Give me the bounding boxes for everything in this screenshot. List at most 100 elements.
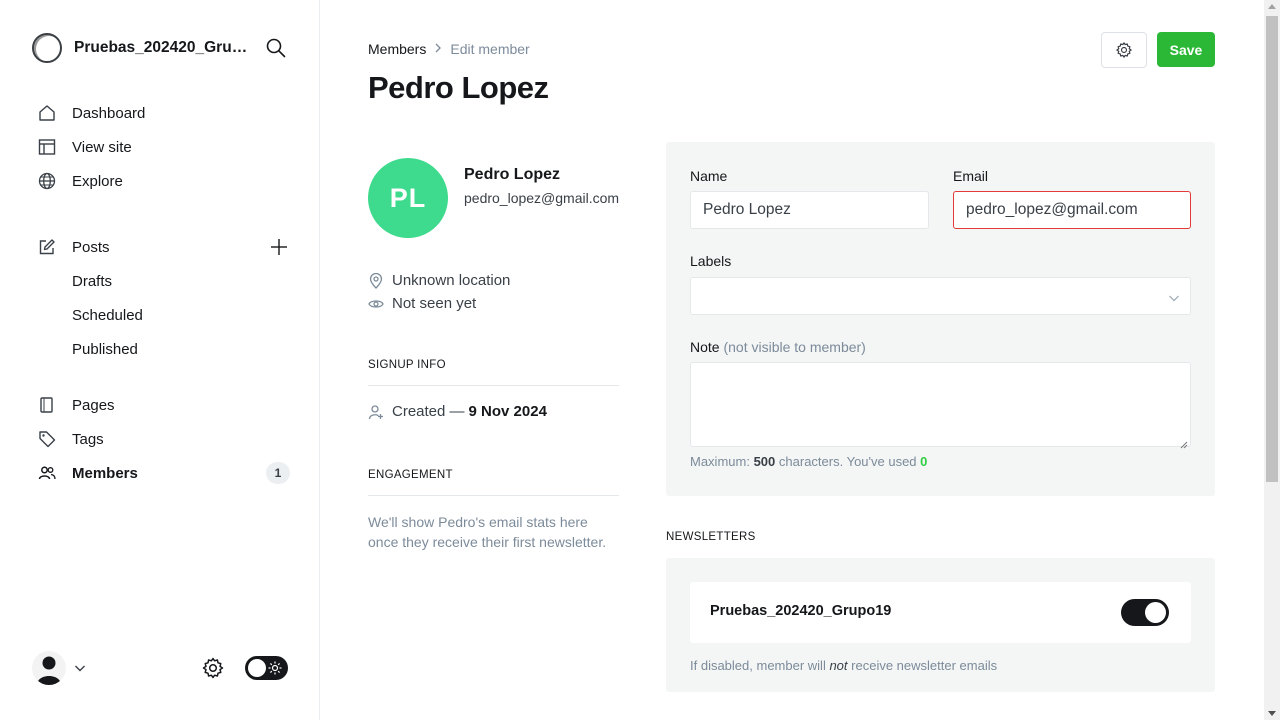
chevron-down-icon: [1168, 291, 1180, 303]
sidebar-item-view-site[interactable]: View site: [32, 130, 290, 164]
hint-max: 500: [753, 454, 776, 469]
newsletter-subscription-toggle[interactable]: [1121, 599, 1169, 626]
note-char-hint: Maximum: 500 characters. You've used 0: [690, 454, 927, 469]
sidebar-item-label: Members: [72, 464, 138, 482]
scroll-up-arrow-icon[interactable]: [1268, 4, 1276, 9]
sidebar-item-posts[interactable]: Posts: [32, 230, 290, 264]
labels-label: Labels: [690, 253, 732, 269]
sidebar-item-label: Explore: [72, 172, 123, 190]
sidebar: Pruebas_202420_Grupo19 Dashboard View si…: [0, 0, 320, 720]
breadcrumb-current: Edit member: [450, 41, 530, 57]
home-icon: [37, 103, 57, 123]
sidebar-item-label: Published: [72, 340, 138, 358]
created-label: Created —: [392, 403, 465, 420]
add-post-icon[interactable]: [268, 236, 290, 258]
sidebar-item-pages[interactable]: Pages: [32, 388, 290, 422]
email-label: Email: [953, 168, 989, 184]
divider: [368, 385, 619, 386]
save-button[interactable]: Save: [1157, 32, 1215, 67]
page-title: Pedro Lopez: [368, 70, 549, 105]
theme-toggle[interactable]: [245, 656, 288, 680]
chevron-right-icon: [434, 42, 442, 56]
member-name: Pedro Lopez: [464, 166, 561, 183]
hint-used: 0: [920, 454, 928, 469]
note-textarea[interactable]: [690, 362, 1191, 449]
site-logo-icon[interactable]: [32, 33, 62, 63]
hint-emphasis: not: [829, 658, 848, 673]
newsletter-item: Pruebas_202420_Grupo19: [690, 582, 1191, 643]
toggle-knob: [1145, 602, 1166, 623]
newsletters-heading: NEWSLETTERS: [666, 531, 756, 543]
member-email: pedro_lopez@gmail.com: [464, 190, 620, 206]
globe-icon: [37, 171, 57, 191]
sidebar-item-label: View site: [72, 138, 132, 156]
engagement-text: We'll show Pedro's email stats here once…: [368, 514, 607, 550]
members-icon: [37, 463, 57, 483]
settings-gear-icon[interactable]: [201, 656, 225, 680]
hint-mid: characters. You've used: [778, 454, 917, 469]
location-pin-icon: [368, 272, 384, 289]
name-input[interactable]: Pedro Lopez: [690, 191, 929, 229]
resize-grip-icon[interactable]: [1180, 436, 1188, 449]
divider: [368, 495, 619, 496]
page-icon: [37, 395, 57, 415]
manage-nav: Pages Tags Members 1: [32, 388, 290, 490]
member-settings-button[interactable]: [1101, 32, 1147, 68]
sidebar-item-label: Posts: [72, 238, 110, 256]
labels-select[interactable]: [690, 277, 1191, 315]
breadcrumb-members-link[interactable]: Members: [368, 41, 426, 57]
hint-prefix: If disabled, member will: [690, 658, 826, 673]
note-label-text: Note: [690, 339, 720, 355]
eye-icon: [368, 296, 384, 312]
note-label: Note (not visible to member): [690, 339, 866, 355]
user-add-icon: [368, 404, 384, 420]
user-menu[interactable]: [32, 651, 86, 685]
location-text: Unknown location: [392, 272, 511, 289]
member-avatar: PL: [368, 158, 448, 238]
primary-nav: Dashboard View site Explore: [32, 96, 290, 198]
chevron-down-icon: [74, 662, 86, 674]
breadcrumb: Members Edit member: [368, 41, 530, 57]
sidebar-item-label: Dashboard: [72, 104, 146, 122]
sidebar-item-drafts[interactable]: Drafts: [32, 264, 290, 298]
newsletters-panel: Pruebas_202420_Grupo19 If disabled, memb…: [666, 558, 1215, 692]
layout-icon: [37, 137, 57, 157]
signup-info-heading: SIGNUP INFO: [368, 359, 446, 371]
member-location: Unknown location: [368, 272, 510, 289]
sidebar-item-published[interactable]: Published: [32, 332, 290, 366]
members-count-badge: 1: [266, 462, 290, 484]
user-avatar-icon: [32, 651, 66, 685]
sidebar-item-label: Drafts: [72, 272, 113, 290]
sidebar-item-label: Scheduled: [72, 306, 143, 324]
site-title[interactable]: Pruebas_202420_Grupo19: [74, 39, 250, 57]
scroll-down-arrow-icon[interactable]: [1268, 711, 1276, 716]
newsletter-name: Pruebas_202420_Grupo19: [710, 603, 892, 619]
gear-icon: [1115, 41, 1133, 59]
sidebar-item-members[interactable]: Members 1: [32, 456, 290, 490]
sidebar-item-label: Pages: [72, 396, 115, 414]
toggle-knob: [248, 659, 266, 677]
edit-icon: [37, 237, 57, 257]
sidebar-item-scheduled[interactable]: Scheduled: [32, 298, 290, 332]
note-sublabel: (not visible to member): [723, 339, 866, 355]
content-nav: Posts Drafts Scheduled Published: [32, 230, 290, 366]
sidebar-item-explore[interactable]: Explore: [32, 164, 290, 198]
last-seen-text: Not seen yet: [392, 295, 477, 312]
site-header: Pruebas_202420_Grupo19: [32, 32, 288, 64]
search-icon[interactable]: [264, 36, 288, 60]
main-content: Members Edit member Pedro Lopez Save PL …: [320, 0, 1264, 720]
engagement-heading: ENGAGEMENT: [368, 469, 453, 481]
newsletter-hint: If disabled, member will not receive new…: [690, 658, 997, 673]
sun-icon: [268, 661, 282, 675]
sidebar-item-label: Tags: [72, 430, 104, 448]
vertical-scrollbar[interactable]: [1264, 0, 1280, 720]
scrollbar-thumb[interactable]: [1266, 16, 1278, 482]
sidebar-item-dashboard[interactable]: Dashboard: [32, 96, 290, 130]
member-form-panel: Name Pedro Lopez Email pedro_lopez@gmail…: [666, 142, 1215, 496]
created-date: 9 Nov 2024: [468, 403, 547, 420]
sidebar-item-tags[interactable]: Tags: [32, 422, 290, 456]
hint-prefix: Maximum:: [690, 454, 750, 469]
tag-icon: [37, 429, 57, 449]
email-input[interactable]: pedro_lopez@gmail.com: [953, 191, 1191, 229]
member-last-seen: Not seen yet: [368, 295, 476, 312]
